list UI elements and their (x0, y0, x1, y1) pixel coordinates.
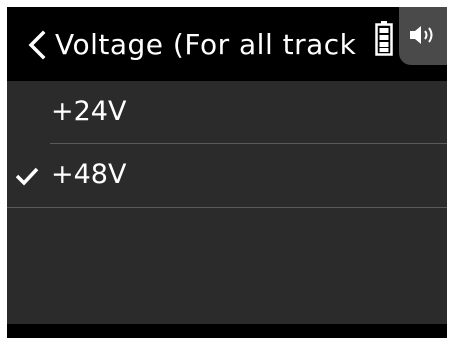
header-bar: Voltage (For all track (7, 7, 447, 81)
option-list: +24V +48V (7, 81, 447, 324)
option-label: +24V (51, 96, 127, 127)
page-title: Voltage (For all track (55, 28, 357, 61)
option-24v[interactable]: +24V (7, 81, 447, 143)
battery-icon (375, 21, 393, 56)
option-48v[interactable]: +48V (7, 144, 447, 206)
device-screen: Voltage (For all track +24V +48V (7, 7, 447, 338)
chevron-left-icon[interactable] (25, 30, 51, 60)
speaker-icon (410, 26, 433, 44)
option-label: +48V (51, 159, 127, 190)
bottom-bar (7, 324, 447, 338)
divider (7, 207, 447, 208)
speaker-button[interactable] (399, 7, 447, 65)
checkmark-icon (15, 167, 39, 186)
